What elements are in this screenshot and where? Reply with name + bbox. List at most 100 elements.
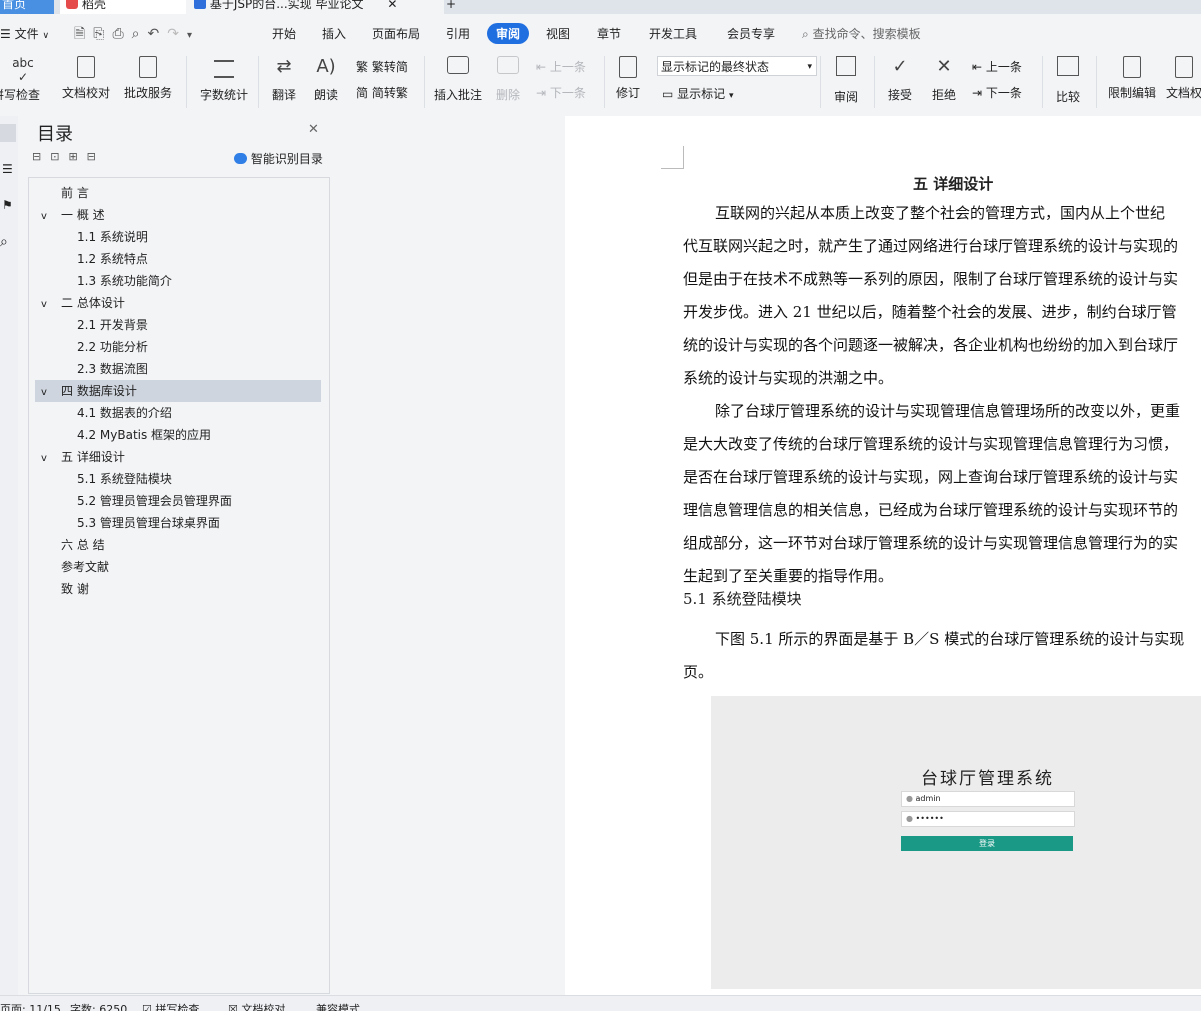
chevron-down-icon: ▾	[729, 91, 734, 101]
word-count-button[interactable]: 字数统计	[196, 56, 252, 103]
restrict-edit-button[interactable]: 限制编辑	[1104, 56, 1160, 101]
tab-home-label: 首页	[2, 0, 27, 11]
search-icon[interactable]: ⌕	[0, 234, 8, 250]
menu-review[interactable]: 审阅	[487, 23, 530, 44]
doc-proof-label: 文档校对	[61, 86, 110, 100]
toc-item[interactable]: 5.2 管理员管理会员管理界面	[35, 490, 321, 512]
track-changes-button[interactable]: 修订	[610, 56, 646, 101]
file-menu[interactable]: ☰ 文件 ∨	[0, 25, 49, 42]
save-icon[interactable]: 🗎	[74, 26, 93, 42]
toc-item[interactable]: 六 总 结	[35, 534, 321, 556]
chapter-nav-icon[interactable]: ☰	[2, 162, 13, 176]
menu-view-label: 视图	[546, 27, 571, 41]
toc-item[interactable]: v一 概 述	[35, 204, 321, 226]
toc-item[interactable]: 1.2 系统特点	[35, 248, 321, 270]
prev-comment-label: 上一条	[549, 60, 586, 74]
chevron-down-icon[interactable]: v	[41, 448, 55, 470]
chevron-down-icon[interactable]: v	[41, 294, 55, 316]
menu-chapter[interactable]: 章节	[597, 25, 621, 42]
expand-up-icon[interactable]: ⊡	[50, 150, 68, 163]
toc-item-label: 参考文献	[61, 560, 110, 574]
menu-references[interactable]: 引用	[446, 25, 470, 42]
toc-item[interactable]: 2.3 数据流图	[35, 358, 321, 380]
toc-item-label: 2.3 数据流图	[77, 362, 148, 376]
bookmark-icon[interactable]: ⚑	[2, 198, 13, 212]
doc-proof-button[interactable]: 文档校对	[60, 56, 112, 101]
print-preview-icon[interactable]: ⌕	[132, 26, 148, 42]
chevron-down-icon[interactable]: v	[41, 382, 55, 404]
menu-view[interactable]: 视图	[546, 25, 570, 42]
menu-insert[interactable]: 插入	[322, 25, 346, 42]
toc-item[interactable]: 致 谢	[35, 578, 321, 600]
trad-to-simp-button[interactable]: 繁 繁转简	[356, 58, 408, 75]
menu-member[interactable]: 会员专享	[727, 25, 775, 42]
collapse-all-icon[interactable]: ⊟	[32, 150, 50, 163]
redo-icon[interactable]: ↷	[167, 26, 187, 42]
user-icon: ●	[906, 794, 913, 803]
command-search[interactable]: ⌕ 查找命令、搜索模板	[802, 25, 921, 42]
accept-button[interactable]: ✓ 接受	[880, 56, 920, 103]
compare-label: 比较	[1055, 90, 1080, 104]
toc-item[interactable]: 参考文献	[35, 556, 321, 578]
correction-service-button[interactable]: 批改服务	[118, 56, 178, 101]
menu-developer[interactable]: 开发工具	[649, 25, 697, 42]
toc-item[interactable]: 2.1 开发背景	[35, 314, 321, 336]
add-heading-icon[interactable]: ⊞	[68, 150, 86, 163]
review-pane-button[interactable]: 审阅	[826, 56, 866, 105]
toc-item[interactable]: 1.1 系统说明	[35, 226, 321, 248]
new-tab-button[interactable]: +	[446, 0, 462, 14]
customize-icon[interactable]: ▾	[187, 30, 200, 41]
prev-comment-button[interactable]: ⇤ 上一条	[536, 58, 586, 75]
read-aloud-button[interactable]: A) 朗读	[308, 56, 344, 103]
new-tab-label: +	[446, 0, 457, 11]
menu-member-label: 会员专享	[727, 27, 776, 41]
smart-toc-button[interactable]: 智能识别目录	[234, 150, 323, 167]
toc-item[interactable]: v 二 总体设计	[35, 292, 321, 314]
toc-item-label: 5.2 管理员管理会员管理界面	[77, 494, 232, 508]
insert-comment-button[interactable]: 插入批注	[432, 56, 484, 103]
toc-item[interactable]: 前 言	[35, 182, 321, 204]
toc-item[interactable]: 5.1 系统登陆模块	[35, 468, 321, 490]
command-search-placeholder: 查找命令、搜索模板	[812, 27, 921, 41]
delete-comment-button[interactable]: 删除	[490, 56, 526, 103]
next-change-button[interactable]: ⇥ 下一条	[972, 84, 1022, 101]
export-icon[interactable]: ⎘	[93, 26, 112, 42]
toc-item[interactable]: 4.1 数据表的介绍	[35, 402, 321, 424]
doc-rights-button[interactable]: 文档权	[1164, 56, 1201, 101]
prev-change-button[interactable]: ⇤ 上一条	[972, 58, 1022, 75]
toc-item-label: 一 概 述	[61, 208, 105, 222]
separator	[820, 56, 821, 108]
translate-button[interactable]: ⇄ 翻译	[264, 56, 304, 103]
accept-label: 接受	[887, 88, 912, 102]
menu-home[interactable]: 开始	[272, 25, 296, 42]
compare-button[interactable]: 比较	[1048, 56, 1088, 105]
read-aloud-icon: A)	[316, 56, 336, 77]
toc-item[interactable]: 4.2 MyBatis 框架的应用	[35, 424, 321, 446]
toc-pane-icon[interactable]	[0, 124, 16, 142]
spell-check-button[interactable]: abc✓ 拼写检查	[0, 56, 46, 103]
correction-label: 批改服务	[123, 86, 172, 100]
document-page[interactable]: 五 详细设计 互联网的兴起从本质上改变了整个社会的管理方式，国内从上个世纪 代互联…	[565, 116, 1201, 995]
toc-item[interactable]: 1.3 系统功能简介	[35, 270, 321, 292]
login-title: 台球厅管理系统	[921, 769, 1054, 789]
remove-heading-icon[interactable]: ⊟	[87, 150, 105, 163]
reject-button[interactable]: ✕ 拒绝	[924, 56, 964, 103]
print-icon[interactable]: ⎙	[112, 26, 131, 42]
toc-item[interactable]: v 五 详细设计	[35, 446, 321, 468]
tab-draft[interactable]: 稻壳	[60, 0, 186, 14]
show-markup-button[interactable]: ▭ 显示标记 ▾	[662, 85, 734, 102]
menu-review-label: 审阅	[496, 27, 521, 41]
toc-item[interactable]: 5.3 管理员管理台球桌界面	[35, 512, 321, 534]
toc-item[interactable]: 2.2 功能分析	[35, 336, 321, 358]
close-icon[interactable]: ✕	[308, 122, 319, 137]
simp-to-trad-button[interactable]: 简 简转繁	[356, 84, 408, 101]
menu-layout[interactable]: 页面布局	[372, 25, 420, 42]
close-icon[interactable]: ✕	[387, 0, 397, 11]
tab-document[interactable]: 基于JSP的台...实现 毕业论文 ✕	[186, 0, 444, 14]
next-comment-button[interactable]: ⇥ 下一条	[536, 84, 586, 101]
toc-item[interactable]: v 四 数据库设计	[35, 380, 321, 402]
markup-state-select[interactable]: 显示标记的最终状态 ▾	[657, 56, 817, 76]
tab-home[interactable]: 首页	[0, 0, 54, 14]
undo-icon[interactable]: ↶	[148, 26, 168, 42]
chevron-down-icon[interactable]: v	[41, 206, 55, 228]
